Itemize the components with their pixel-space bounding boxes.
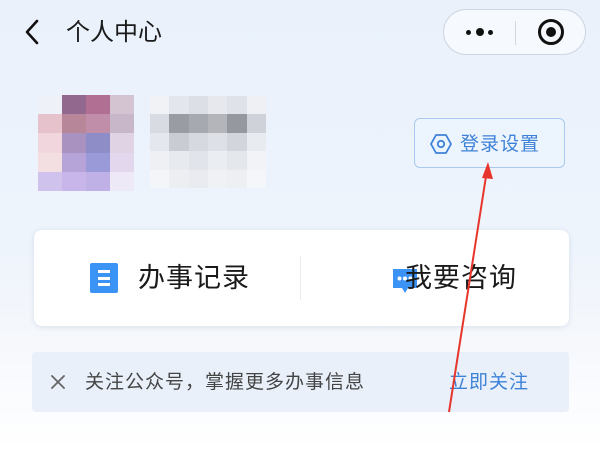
consult-button[interactable]: 我要咨询 — [301, 230, 569, 326]
hexagon-gear-icon — [430, 134, 452, 154]
mini-program-capsule — [443, 9, 586, 55]
avatar[interactable] — [38, 95, 134, 191]
page-title: 个人中心 — [66, 18, 162, 46]
navigation-bar: 个人中心 — [0, 0, 600, 64]
chevron-left-icon — [25, 19, 39, 45]
quick-actions-card: 办事记录 我要咨询 — [34, 230, 569, 326]
login-settings-label: 登录设置 — [460, 133, 541, 155]
follow-now-link[interactable]: 立即关注 — [449, 368, 529, 396]
dismiss-notice-button[interactable] — [46, 368, 70, 396]
close-icon — [51, 375, 65, 389]
records-button[interactable]: 办事记录 — [34, 230, 300, 326]
notice-text: 关注公众号，掌握更多办事信息 — [85, 371, 366, 393]
more-button[interactable] — [444, 10, 515, 54]
close-mini-program-button[interactable] — [516, 10, 586, 54]
consult-label: 我要咨询 — [405, 263, 517, 294]
follow-notice-banner: 关注公众号，掌握更多办事信息 立即关注 — [32, 352, 569, 412]
records-label: 办事记录 — [138, 263, 250, 294]
username — [150, 96, 266, 188]
document-icon — [90, 263, 118, 293]
back-button[interactable] — [20, 17, 46, 47]
login-settings-button[interactable]: 登录设置 — [414, 118, 565, 168]
